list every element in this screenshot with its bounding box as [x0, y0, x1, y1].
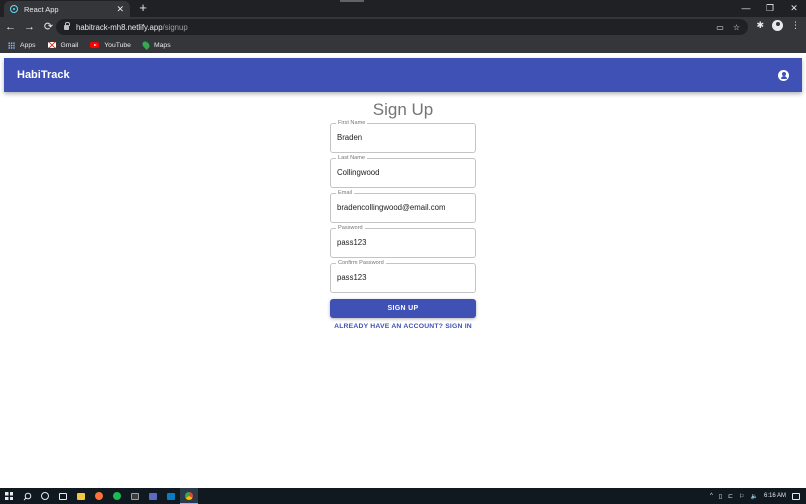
volume-icon[interactable]: 🔈: [751, 493, 758, 500]
firefox-icon: [95, 492, 103, 500]
windows-logo-icon: [5, 492, 13, 500]
url-path: /signup: [162, 22, 188, 32]
app-window-icon: [149, 492, 157, 500]
extensions-icon[interactable]: ✱: [756, 20, 764, 31]
window-drag-indicator: [340, 0, 364, 2]
maps-icon: [141, 40, 151, 50]
gmail-icon: [47, 42, 56, 48]
notifications-icon[interactable]: [792, 492, 800, 500]
network-icon[interactable]: ⊏: [728, 493, 733, 500]
battery-icon[interactable]: ⚐: [739, 493, 744, 500]
bookmark-label: Maps: [153, 41, 171, 49]
search-icon: [23, 492, 31, 500]
chrome-icon: [185, 491, 193, 500]
first-name-label: First Name: [336, 120, 368, 127]
last-name-label: Last Name: [336, 155, 368, 162]
browser-toolbar: ← → ⟳ habitrack-mh8.netlify.app /signup …: [0, 17, 806, 37]
app-brand[interactable]: HabiTrack: [17, 69, 70, 81]
bookmarks-bar: Apps Gmail YouTube Maps: [0, 37, 806, 53]
tab-close-icon[interactable]: ✕: [116, 4, 124, 14]
new-tab-button[interactable]: +: [136, 1, 150, 15]
react-favicon-icon: [10, 5, 18, 13]
confirm-password-field[interactable]: Confirm Password: [330, 260, 476, 293]
cortana-icon: [41, 492, 49, 500]
bookmark-maps[interactable]: Maps: [141, 40, 171, 50]
system-tray: ^ ▯ ⊏ ⚐ 🔈 6:16 AM: [710, 492, 806, 500]
search-button[interactable]: [18, 488, 36, 504]
taskbar-spotify[interactable]: [108, 488, 126, 504]
restore-button[interactable]: ❐: [758, 0, 782, 17]
signup-form: Sign Up First Name Last Name Email Passw…: [330, 97, 476, 330]
cast-icon[interactable]: ▭: [716, 23, 724, 32]
address-bar[interactable]: habitrack-mh8.netlify.app /signup ▭ ☆: [56, 19, 748, 35]
last-name-input[interactable]: [337, 168, 469, 177]
spotify-icon: [113, 492, 121, 500]
taskbar-file-explorer[interactable]: [72, 488, 90, 504]
forward-button[interactable]: →: [21, 19, 38, 36]
account-circle-icon[interactable]: [778, 69, 789, 81]
windows-taskbar: ^ ▯ ⊏ ⚐ 🔈 6:16 AM: [0, 488, 806, 504]
folder-icon: [77, 492, 85, 500]
email-field[interactable]: Email: [330, 190, 476, 223]
browser-tab[interactable]: React App ✕: [4, 1, 130, 17]
password-field[interactable]: Password: [330, 225, 476, 258]
lock-icon[interactable]: [64, 21, 70, 30]
bookmark-label: Apps: [20, 41, 36, 49]
vscode-icon: [167, 492, 175, 500]
confirm-password-label: Confirm Password: [336, 260, 386, 267]
apps-grid-icon: [8, 41, 15, 49]
tab-title: React App: [24, 4, 59, 14]
task-view-button[interactable]: [54, 488, 72, 504]
sign-in-link[interactable]: ALREADY HAVE AN ACCOUNT? SIGN IN: [330, 323, 476, 330]
email-label: Email: [336, 190, 354, 197]
password-input[interactable]: [337, 238, 469, 247]
taskbar-terminal[interactable]: [126, 488, 144, 504]
first-name-field[interactable]: First Name: [330, 120, 476, 153]
sign-up-button[interactable]: SIGN UP: [330, 299, 476, 318]
youtube-icon: [90, 42, 100, 48]
url-host: habitrack-mh8.netlify.app: [76, 22, 163, 32]
cortana-button[interactable]: [36, 488, 54, 504]
back-button[interactable]: ←: [2, 19, 19, 36]
browser-tab-strip: React App ✕ + — ❐ ✕: [0, 0, 806, 17]
system-clock[interactable]: 6:16 AM: [764, 493, 786, 499]
toolbar-actions: ✱ ⋮: [756, 20, 800, 31]
last-name-field[interactable]: Last Name: [330, 155, 476, 188]
start-button[interactable]: [0, 488, 18, 504]
app-bar: HabiTrack: [4, 58, 802, 92]
terminal-icon: [131, 492, 139, 500]
taskbar-firefox[interactable]: [90, 488, 108, 504]
bookmark-star-icon[interactable]: ☆: [733, 23, 740, 32]
profile-avatar-icon[interactable]: [772, 20, 783, 31]
show-hidden-icons-icon[interactable]: ^: [710, 493, 713, 499]
first-name-input[interactable]: [337, 133, 469, 142]
task-view-icon: [59, 492, 67, 500]
browser-menu-icon[interactable]: ⋮: [791, 20, 800, 31]
bookmark-gmail[interactable]: Gmail: [47, 41, 79, 49]
page-viewport: HabiTrack Sign Up First Name Last Name E…: [0, 53, 806, 488]
microphone-icon[interactable]: ▯: [719, 493, 722, 500]
minimize-button[interactable]: —: [734, 0, 758, 17]
bookmark-label: Gmail: [60, 41, 79, 49]
window-controls: — ❐ ✕: [734, 0, 806, 17]
bookmark-label: YouTube: [104, 41, 131, 49]
confirm-password-input[interactable]: [337, 273, 469, 282]
taskbar-chrome[interactable]: [180, 488, 198, 504]
close-window-button[interactable]: ✕: [782, 0, 806, 17]
taskbar-app[interactable]: [144, 488, 162, 504]
taskbar-vscode[interactable]: [162, 488, 180, 504]
password-label: Password: [336, 225, 365, 232]
bookmark-apps[interactable]: Apps: [8, 41, 36, 49]
reload-button[interactable]: ⟳: [40, 19, 57, 36]
bookmark-youtube[interactable]: YouTube: [90, 42, 131, 49]
email-input[interactable]: [337, 203, 469, 212]
